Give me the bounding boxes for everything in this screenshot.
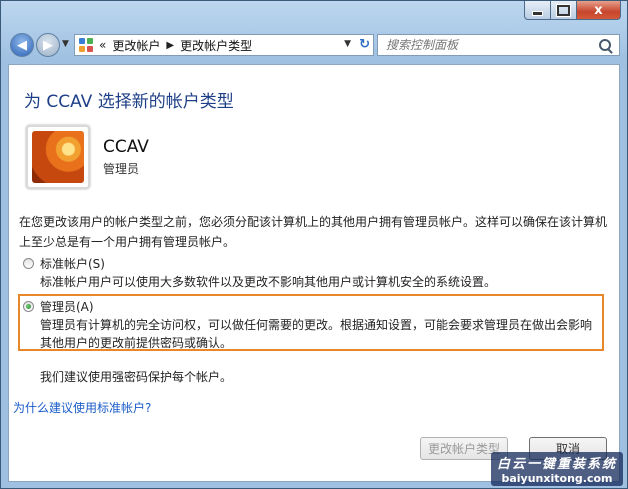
search-icon[interactable] [599,39,611,51]
content-pane: 为 CCAV 选择新的帐户类型 CCAV 管理员 在您更改该用户的帐户类型之前，… [8,64,620,482]
watermark-title: 白云一键重装系统 [496,457,617,472]
minimize-icon [532,10,543,16]
user-role: 管理员 [103,162,140,176]
search-input[interactable] [386,38,586,52]
administrator-radio[interactable] [23,301,34,312]
why-standard-account-link[interactable]: 为什么建议使用标准帐户? [13,399,151,416]
navigation-bar: ◀ ▶ ▼ « 更改帐户 ▶ 更改帐户类型 ▼ ↻ [8,33,620,59]
back-arrow-icon: ◀ [17,37,27,53]
watermark: 白云一键重装系统 baiyunxitong.com [490,452,623,486]
flower-picture-icon [32,131,84,183]
watermark-url: baiyunxitong.com [501,472,613,485]
close-icon: x [594,2,603,18]
caption-buttons: x [524,1,621,20]
page-title: 为 CCAV 选择新的帐户类型 [24,92,234,112]
administrator-label[interactable]: 管理员(A) [40,298,94,316]
address-dropdown-icon[interactable]: ▼ [344,39,351,49]
refresh-icon[interactable]: ↻ [359,37,370,52]
control-panel-icon [79,38,95,52]
forward-button[interactable]: ▶ [36,33,60,57]
back-button[interactable]: ◀ [10,33,34,57]
breadcrumb-overflow[interactable]: « [99,38,106,52]
standard-account-label[interactable]: 标准帐户(S) [40,255,105,273]
avatar [26,125,90,189]
standard-account-description: 标准帐户用户可以使用大多数软件以及更改不影响其他用户或计算机安全的系统设置。 [40,275,497,289]
recent-pages-dropdown[interactable]: ▼ [62,39,69,49]
user-name: CCAV [103,137,149,157]
standard-account-radio[interactable] [23,258,34,269]
window: x ◀ ▶ ▼ « 更改帐户 ▶ 更改帐户类型 ▼ ↻ 为 CCAV 选择新的帐… [0,0,628,489]
address-bar[interactable]: « 更改帐户 ▶ 更改帐户类型 ▼ ↻ [74,34,374,56]
breadcrumb-separator-icon[interactable]: ▶ [166,40,174,51]
breadcrumb-item-change-account-type[interactable]: 更改帐户类型 [180,37,252,54]
maximize-button[interactable] [551,1,577,20]
administrator-description: 管理员有计算机的完全访问权，可以做任何需要的更改。根据通知设置，可能会要求管理员… [40,318,593,350]
forward-arrow-icon: ▶ [43,37,53,53]
password-recommendation: 我们建议使用强密码保护每个帐户。 [40,370,233,384]
account-type-description: 在您更改该用户的帐户类型之前，您必须分配该计算机上的其他用户拥有管理员帐户。这样… [19,215,608,249]
breadcrumb-item-change-account[interactable]: 更改帐户 [112,37,160,54]
close-button[interactable]: x [577,1,621,20]
maximize-icon [557,4,570,16]
search-box[interactable] [377,34,620,56]
minimize-button[interactable] [524,1,551,20]
